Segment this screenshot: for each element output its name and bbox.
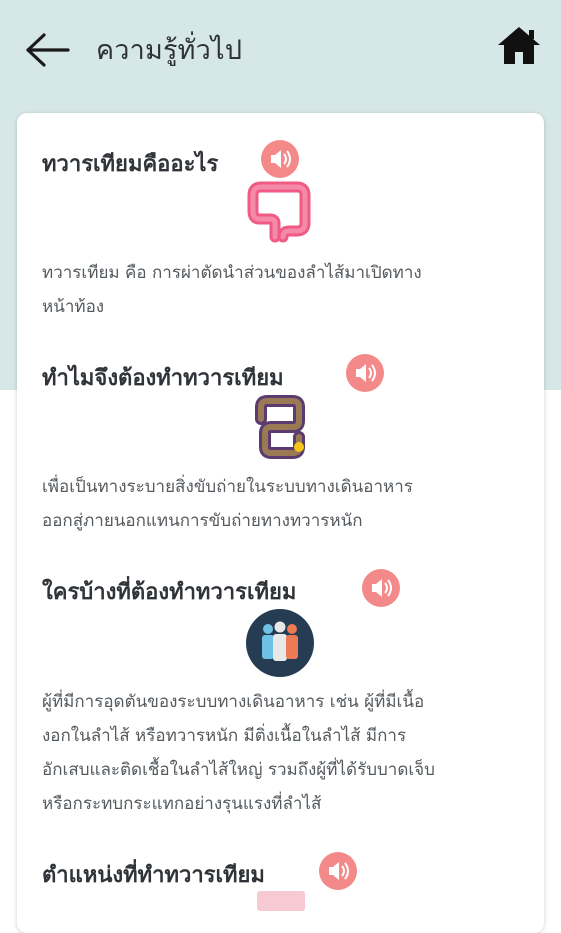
- back-button[interactable]: [24, 30, 72, 70]
- section-who-needs-stoma: ใครบ้างที่ต้องทำทวารเทียม ผู้ที่มีการอุด…: [17, 563, 544, 843]
- body-line: ทวารเทียม คือ การผ่าตัดนำส่วนของลำไส้มาเ…: [42, 263, 422, 283]
- section-title: ใครบ้างที่ต้องทำทวารเทียม: [42, 580, 297, 605]
- section-body: ผู้ที่มีการอุดตันของระบบทางเดินอาหาร เช่…: [42, 685, 522, 821]
- body-line: งอกในลำไส้ หรือทวารหนัก มีติ่งเนื้อในลำไ…: [42, 726, 407, 746]
- speaker-icon: [356, 364, 376, 382]
- home-button[interactable]: [496, 24, 542, 66]
- speaker-icon: [271, 150, 291, 168]
- speaker-button[interactable]: [346, 354, 384, 392]
- content-card: ทวารเทียมคืออะไร ทวารเทียม คือ การผ่าตัด…: [17, 113, 544, 933]
- section-title: ตำแหน่งที่ทำทวารเทียม: [42, 863, 265, 888]
- section-what-is-stoma: ทวารเทียมคืออะไร ทวารเทียม คือ การผ่าตัด…: [17, 113, 544, 343]
- body-line: ผู้ที่มีการอุดตันของระบบทางเดินอาหาร เช่…: [42, 692, 425, 712]
- speaker-icon: [329, 862, 349, 880]
- speaker-button[interactable]: [362, 569, 400, 607]
- speaker-button[interactable]: [319, 852, 357, 890]
- body-line: อักเสบและติดเชื้อในลำไส้ใหญ่ รวมถึงผู้ที…: [42, 760, 435, 780]
- large-intestine-pink-icon: [247, 181, 311, 243]
- section-why-stoma: ทำไมจึงต้องทำทวารเทียม เพื่อเป็นทางระบาย…: [17, 343, 544, 563]
- body-line: ออกสู่ภายนอกแทนการขับถ่ายทางทวารหนัก: [42, 511, 363, 531]
- body-line: หน้าท้อง: [42, 297, 105, 317]
- speaker-icon: [372, 579, 392, 597]
- home-icon: [498, 27, 540, 64]
- section-body: ทวารเทียม คือ การผ่าตัดนำส่วนของลำไส้มาเ…: [42, 256, 522, 324]
- body-position-icon: [257, 891, 305, 911]
- section-stoma-position: ตำแหน่งที่ทำทวารเทียม: [17, 843, 544, 933]
- section-body: เพื่อเป็นทางระบายสิ่งขับถ่ายในระบบทางเดิ…: [42, 470, 522, 538]
- arrow-left-icon: [26, 33, 70, 67]
- page-title: ความรู้ทั่วไป: [96, 35, 243, 66]
- speaker-button[interactable]: [261, 140, 299, 178]
- section-title: ทำไมจึงต้องทำทวารเทียม: [42, 366, 284, 391]
- intestine-purple-icon: [255, 395, 305, 459]
- people-group-icon: [246, 609, 314, 677]
- body-line: หรือกระทบกระแทกอย่างรุนแรงที่ลำไส้: [42, 794, 322, 814]
- app-header: ความรู้ทั่วไป: [0, 0, 561, 100]
- section-title: ทวารเทียมคืออะไร: [42, 152, 219, 177]
- body-line: เพื่อเป็นทางระบายสิ่งขับถ่ายในระบบทางเดิ…: [42, 477, 413, 497]
